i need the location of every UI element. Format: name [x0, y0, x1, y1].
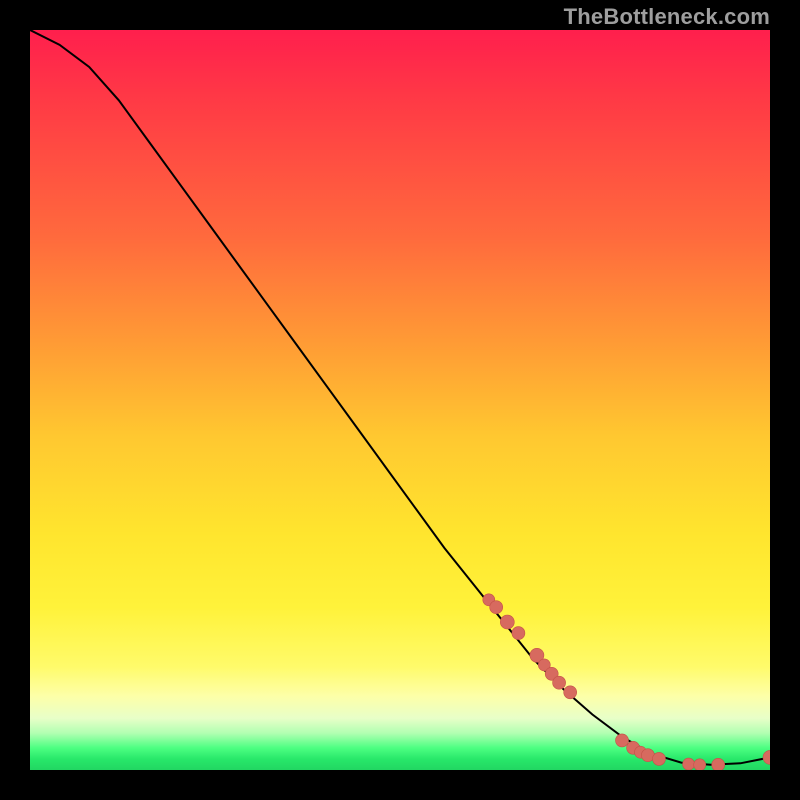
chart-stage: TheBottleneck.com [0, 0, 800, 800]
watermark-text: TheBottleneck.com [564, 4, 770, 30]
plot-area [30, 30, 770, 770]
gradient-background [30, 30, 770, 770]
